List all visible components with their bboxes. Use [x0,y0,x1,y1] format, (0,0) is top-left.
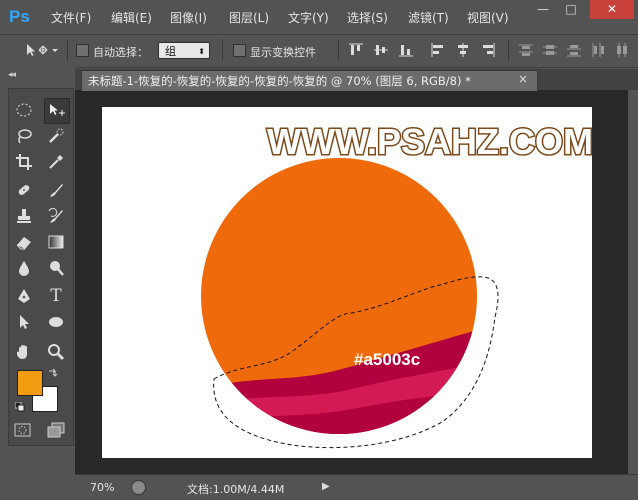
foreground-color-swatch[interactable] [17,370,43,396]
menu-image[interactable]: 图像(I) [170,9,207,26]
gradient-tool-icon[interactable] [44,230,68,254]
align-vertical-centers-icon[interactable] [373,42,389,61]
spot-healing-brush-icon[interactable] [12,178,36,202]
menu-edit[interactable]: 编辑(E) [111,9,152,26]
blur-tool-icon[interactable] [12,256,36,280]
auto-select-value: 组 [165,45,176,58]
document-tab-title: 未标题-1-恢复的-恢复的-恢复的-恢复的-恢复的 @ 70% (图层 6, R… [88,74,471,88]
clone-stamp-tool-icon[interactable] [12,204,36,228]
type-tool-glyph: T [50,286,62,306]
align-top-edges-icon[interactable] [348,42,364,61]
crop-tool-icon[interactable] [12,150,36,174]
quick-mask-icon[interactable] [14,422,32,441]
pen-tool-icon[interactable] [12,284,36,308]
menu-file[interactable]: 文件(F) [51,9,91,26]
path-selection-tool-icon[interactable] [12,310,36,334]
canvas-artwork: WWW.PSAHZ.COM #a5003c [201,120,592,449]
document-info: 文档:1.00M/4.44M [187,483,285,496]
distribute-left-icon[interactable] [590,42,606,61]
auto-select-label: 自动选择： [93,46,148,59]
ellipse-tool-icon[interactable] [44,310,68,334]
quick-selection-tool-icon[interactable] [44,124,68,148]
align-horizontal-centers-icon[interactable] [455,42,471,61]
align-left-edges-icon[interactable] [430,42,446,61]
photoshop-logo: Ps [9,7,30,26]
options-separator [222,39,223,61]
type-tool-icon[interactable]: T [44,284,68,308]
distribute-vertical-centers-icon[interactable] [542,42,558,61]
options-separator [338,39,339,61]
swap-colors-icon[interactable] [48,367,58,381]
options-separator [508,39,509,61]
zoom-tool-icon[interactable] [44,340,68,364]
menu-type[interactable]: 文字(Y) [288,9,329,26]
auto-select-checkbox[interactable] [76,44,89,57]
distribute-top-icon[interactable] [518,42,534,61]
move-tool-preset-icon[interactable] [24,42,58,61]
menu-view[interactable]: 视图(V) [467,9,509,26]
color-code-label: #a5003c [354,350,420,369]
watermark-text: WWW.PSAHZ.COM [267,121,592,162]
tab-close-icon[interactable]: × [518,72,528,86]
eyedropper-tool-icon[interactable] [44,150,68,174]
menu-filter[interactable]: 滤镜(T) [408,9,449,26]
maximize-button[interactable]: □ [558,0,584,19]
lasso-tool-icon[interactable] [12,124,36,148]
default-colors-icon[interactable] [14,401,25,415]
hand-tool-icon[interactable] [12,340,36,364]
collapse-panel-icon[interactable]: ◂◂ [8,70,16,80]
screen-mode-icon[interactable] [46,422,66,441]
elliptical-marquee-tool-icon[interactable] [12,98,36,122]
move-tool-icon[interactable] [44,98,70,124]
menu-layer[interactable]: 图层(L) [229,9,269,26]
options-separator [67,39,68,61]
distribute-horizontal-centers-icon[interactable] [614,42,630,61]
brush-tool-icon[interactable] [44,178,68,202]
document-profile-icon[interactable] [131,480,146,495]
minimize-button[interactable]: — [530,0,556,19]
status-menu-arrow-icon[interactable]: ▶ [322,481,332,493]
align-bottom-edges-icon[interactable] [398,42,414,61]
align-right-edges-icon[interactable] [480,42,496,61]
stepper-icon: ⬍ [198,47,205,56]
close-button[interactable]: ✕ [590,0,634,19]
menu-select[interactable]: 选择(S) [347,9,388,26]
show-transform-checkbox[interactable] [233,44,246,57]
show-transform-label: 显示变换控件 [250,46,316,59]
distribute-bottom-icon[interactable] [566,42,582,61]
eraser-tool-icon[interactable] [12,230,36,254]
vertical-scrollbar[interactable] [628,90,638,474]
history-brush-tool-icon[interactable] [44,204,68,228]
document-canvas[interactable]: WWW.PSAHZ.COM #a5003c [102,107,592,458]
auto-select-dropdown[interactable]: 组 ⬍ [158,42,210,59]
dodge-tool-icon[interactable] [44,256,68,280]
zoom-level[interactable]: 70% [90,481,114,494]
status-bar [75,474,638,500]
